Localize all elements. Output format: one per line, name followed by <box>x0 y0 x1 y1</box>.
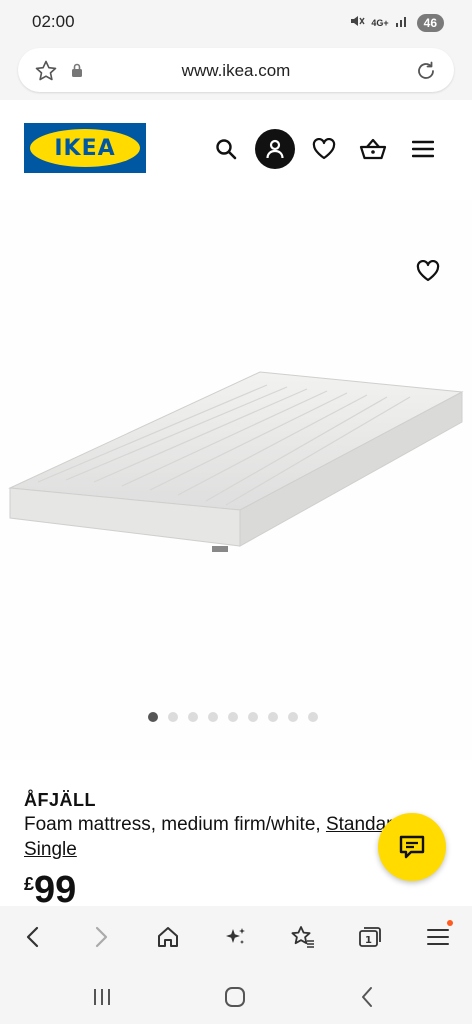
home-icon[interactable] <box>151 920 185 954</box>
description-text: Foam mattress, medium firm/white, <box>24 814 326 835</box>
signal-icon <box>395 14 409 31</box>
status-bar: 02:00 4G+ 46 <box>0 0 472 44</box>
sparkle-icon[interactable] <box>219 920 253 954</box>
reload-icon[interactable] <box>414 59 438 88</box>
home-nav-icon[interactable] <box>220 982 250 1012</box>
system-nav-bar <box>0 968 472 1024</box>
menu-icon[interactable] <box>403 129 443 169</box>
search-icon[interactable] <box>206 129 246 169</box>
pagination-dot[interactable] <box>188 712 198 722</box>
browser-toolbar: 1 <box>0 906 472 968</box>
pagination-dot[interactable] <box>208 712 218 722</box>
logo-text: IKEA <box>54 135 116 161</box>
product-price: £ 99 <box>24 870 76 910</box>
pagination-dot[interactable] <box>268 712 278 722</box>
chat-icon <box>399 835 425 859</box>
pagination-dot[interactable] <box>248 712 258 722</box>
back-nav-icon[interactable] <box>352 982 382 1012</box>
browser-url-area: www.ikea.com <box>0 44 472 100</box>
url-bar[interactable]: www.ikea.com <box>18 48 454 92</box>
basket-icon[interactable] <box>353 129 393 169</box>
site-header: IKEA <box>0 100 472 200</box>
svg-text:1: 1 <box>365 935 372 946</box>
recents-icon[interactable] <box>87 982 117 1012</box>
price-currency: £ <box>24 874 35 894</box>
ikea-logo[interactable]: IKEA <box>24 123 146 173</box>
forward-icon[interactable] <box>84 920 118 954</box>
tabs-icon[interactable]: 1 <box>353 920 387 954</box>
pagination-dot[interactable] <box>148 712 158 722</box>
product-image <box>8 371 464 552</box>
image-pagination[interactable] <box>0 712 472 722</box>
bookmarks-icon[interactable] <box>286 920 320 954</box>
favourite-heart-icon[interactable] <box>416 259 440 287</box>
account-icon[interactable] <box>255 129 295 169</box>
url-text[interactable]: www.ikea.com <box>18 61 454 81</box>
pagination-dot[interactable] <box>308 712 318 722</box>
status-icons: 4G+ 46 <box>349 13 444 32</box>
battery-icon: 46 <box>416 13 444 32</box>
notification-dot <box>447 920 453 926</box>
pagination-dot[interactable] <box>288 712 298 722</box>
product-image-carousel[interactable] <box>0 200 472 760</box>
logo-oval: IKEA <box>30 129 140 167</box>
price-value: 99 <box>34 869 77 911</box>
heart-icon[interactable] <box>304 129 344 169</box>
network-label: 4G+ <box>371 17 389 28</box>
pagination-dot[interactable] <box>228 712 238 722</box>
mute-icon <box>349 13 365 32</box>
browser-menu-icon[interactable] <box>421 920 455 954</box>
status-time: 02:00 <box>32 12 75 31</box>
product-name: ÅFJÄLL <box>24 790 96 810</box>
back-icon[interactable] <box>16 920 50 954</box>
pagination-dot[interactable] <box>168 712 178 722</box>
chat-button[interactable] <box>378 813 446 881</box>
